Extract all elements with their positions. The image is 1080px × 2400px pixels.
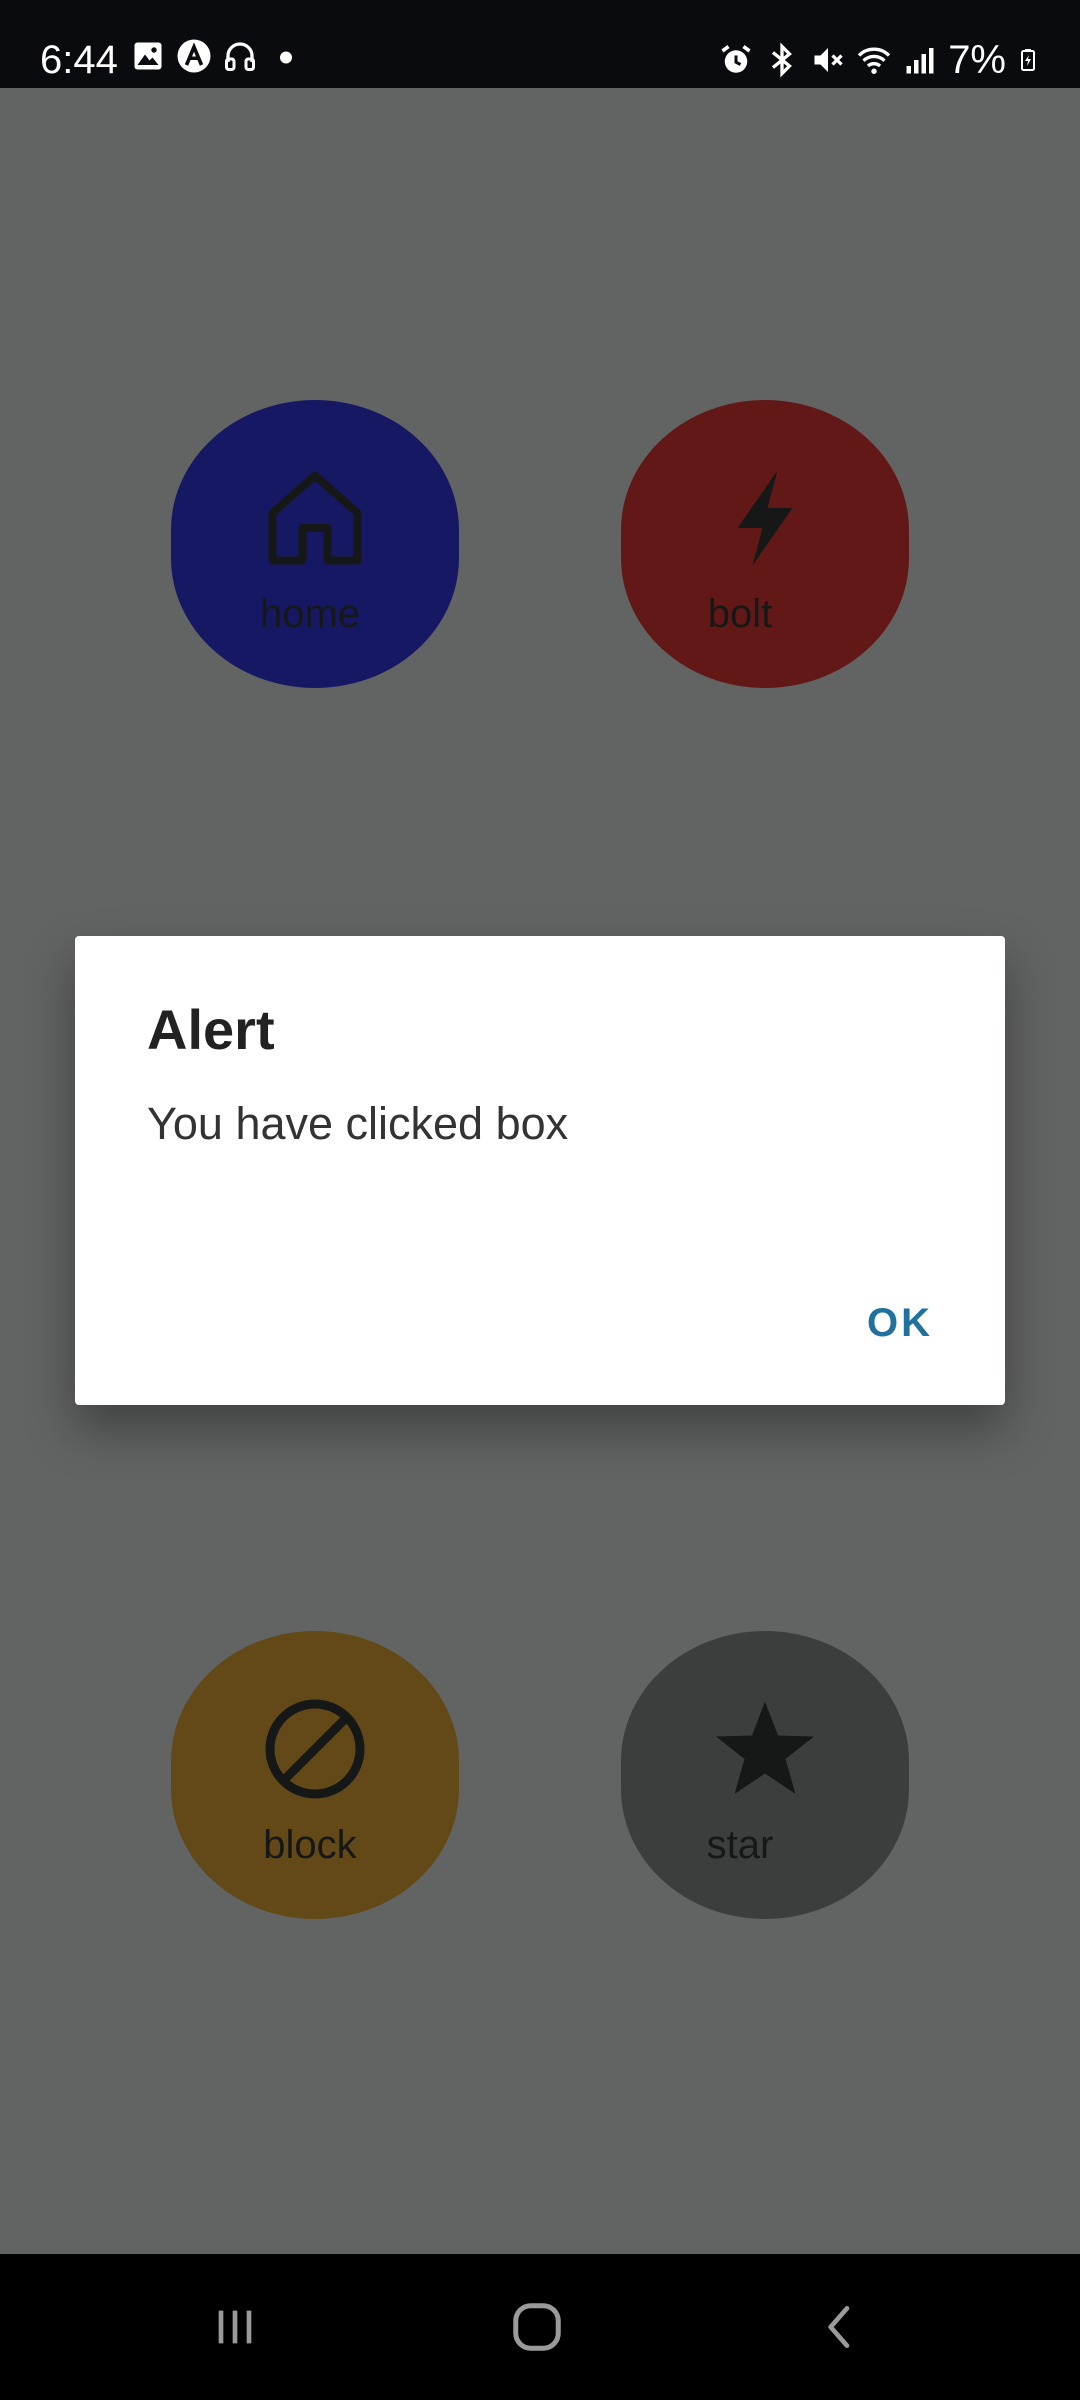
wifi-icon bbox=[858, 47, 891, 74]
recent-apps-icon bbox=[218, 2310, 252, 2344]
dialog-message: You have clicked box bbox=[147, 1098, 569, 1149]
back-icon bbox=[828, 2306, 850, 2348]
back-button[interactable] bbox=[770, 2254, 910, 2400]
dialog-title: Alert bbox=[147, 998, 275, 1061]
recent-apps-button[interactable] bbox=[165, 2254, 305, 2400]
ok-button[interactable]: OK bbox=[853, 1291, 947, 1355]
battery-percent: 7% bbox=[948, 38, 1006, 82]
mute-icon bbox=[814, 48, 843, 72]
status-left-icons bbox=[130, 38, 304, 74]
dot-icon bbox=[280, 51, 292, 64]
signal-icon bbox=[906, 48, 934, 74]
status-time: 6:44 bbox=[40, 38, 118, 82]
home-nav-button[interactable] bbox=[467, 2254, 607, 2400]
battery-icon bbox=[1021, 49, 1035, 71]
alert-dialog: Alert You have clicked box OK bbox=[75, 936, 1005, 1405]
status-right-icons: 7% bbox=[718, 38, 1040, 82]
navigation-bar bbox=[0, 2254, 1080, 2400]
image-icon bbox=[134, 42, 162, 70]
bluetooth-icon bbox=[772, 42, 793, 78]
home-nav-icon bbox=[513, 2303, 561, 2351]
app-a-icon bbox=[177, 39, 211, 73]
alarm-icon bbox=[721, 45, 751, 73]
status-bar: 6:44 7% bbox=[0, 0, 1080, 88]
headphones-icon bbox=[225, 42, 255, 71]
